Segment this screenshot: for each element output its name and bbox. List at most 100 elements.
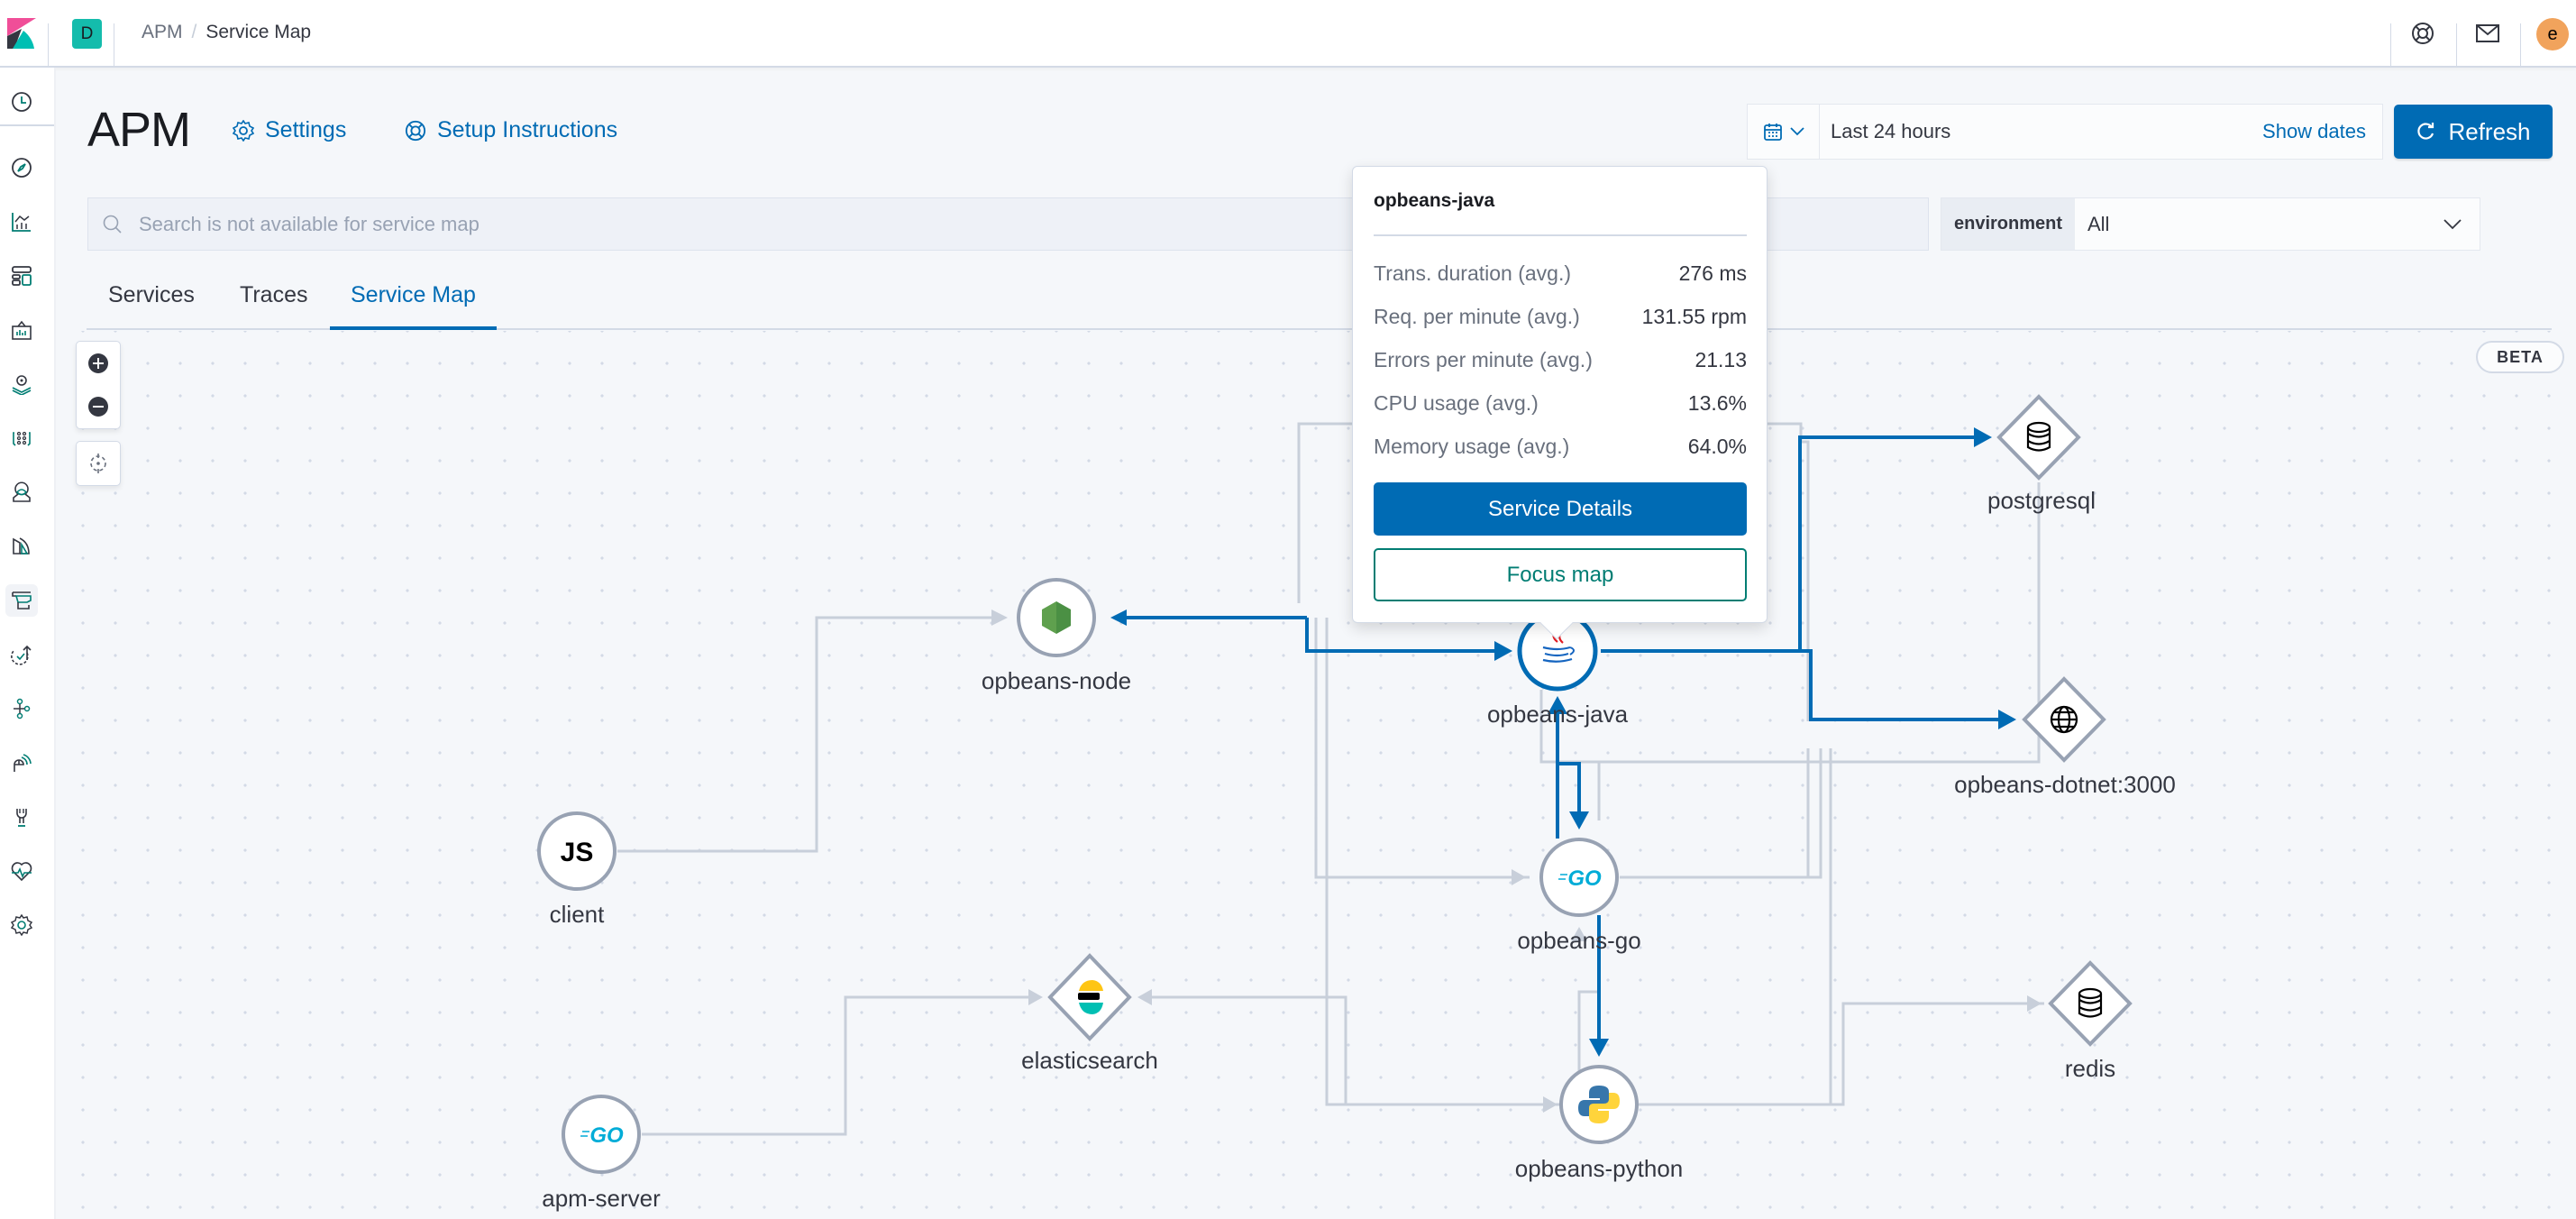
zoom-in-button[interactable]: [77, 342, 120, 385]
date-picker: Last 24 hours Show dates: [1747, 104, 2383, 160]
sidebar-item-infrastructure[interactable]: [5, 476, 38, 509]
monitoring-icon: [11, 862, 32, 882]
ml-icon: [13, 431, 31, 446]
uptime-icon: [11, 645, 32, 665]
help-icon: [405, 120, 426, 141]
tab-bar: Services Traces Service Map: [87, 270, 2552, 330]
siem-icon: [14, 754, 32, 772]
node-label-postgresql: postgresql: [1987, 487, 2096, 514]
sidebar-item-discover[interactable]: [5, 151, 38, 184]
metric-label: Req. per minute (avg.): [1374, 305, 1580, 328]
breadcrumb-current: Service Map: [206, 22, 312, 42]
metric-label: Trans. duration (avg.): [1374, 261, 1572, 285]
settings-link[interactable]: Settings: [233, 117, 346, 143]
refresh-icon: [2417, 123, 2434, 140]
metric-value: 276 ms: [1678, 261, 1747, 285]
visualize-icon: [12, 213, 31, 232]
apm-icon: [12, 591, 32, 610]
metric-label: Memory usage (avg.): [1374, 435, 1570, 458]
metric-row: Errors per minute (avg.) 21.13: [1374, 348, 1747, 372]
sidebar-divider: [0, 124, 54, 126]
chevron-down-icon: [1789, 127, 1804, 136]
sidebar-item-maps[interactable]: [5, 368, 38, 400]
kibana-logo-icon[interactable]: [7, 18, 36, 49]
metric-row: CPU usage (avg.) 13.6%: [1374, 391, 1747, 416]
node-label-apm-server: apm-server: [542, 1185, 661, 1212]
sidebar-item-graph[interactable]: [5, 692, 38, 725]
sidebar-item-recently-viewed[interactable]: [5, 86, 38, 118]
zoom-out-button[interactable]: [77, 385, 120, 428]
calendar-icon: [1763, 124, 1782, 141]
center-map-button[interactable]: [77, 442, 120, 485]
node-label-opbeans-node: opbeans-node: [981, 667, 1132, 694]
compass-icon: [12, 158, 32, 178]
gear-icon: [233, 119, 254, 142]
sidebar-item-dev-tools[interactable]: [5, 801, 38, 833]
side-nav: [0, 68, 56, 1219]
environment-value[interactable]: All: [2075, 198, 2425, 250]
zoom-controls: [76, 341, 121, 429]
show-dates-button[interactable]: Show dates: [2262, 120, 2382, 143]
divider: [48, 23, 49, 68]
breadcrumb-apm[interactable]: APM: [142, 22, 183, 43]
setup-instructions-link[interactable]: Setup Instructions: [405, 117, 617, 143]
beta-badge: BETA: [2476, 341, 2564, 373]
popover-divider: [1374, 234, 1747, 236]
plus-circle-icon: [88, 353, 108, 373]
chevron-down-icon[interactable]: [2425, 198, 2480, 250]
space-avatar[interactable]: D: [72, 19, 102, 49]
sidebar-item-siem[interactable]: [5, 747, 38, 779]
sidebar-item-logs[interactable]: [5, 530, 38, 563]
search-icon: [103, 215, 122, 234]
quick-select-button[interactable]: [1748, 105, 1820, 159]
node-label-opbeans-dotnet: opbeans-dotnet:3000: [1954, 771, 2176, 798]
metric-label: CPU usage (avg.): [1374, 391, 1539, 415]
sidebar-item-machine-learning[interactable]: [5, 422, 38, 454]
refresh-button[interactable]: Refresh: [2394, 105, 2553, 159]
metric-value: 64.0%: [1687, 435, 1747, 458]
tab-traces[interactable]: Traces: [240, 282, 307, 330]
refresh-label: Refresh: [2448, 117, 2531, 145]
center-control: [76, 441, 121, 486]
environment-label: environment: [1941, 198, 2075, 250]
sidebar-item-canvas[interactable]: [5, 314, 38, 346]
maps-icon: [12, 375, 32, 395]
page-title: APM: [87, 103, 191, 157]
focus-map-button[interactable]: Focus map: [1374, 548, 1747, 601]
clock-icon: [12, 92, 32, 112]
node-label-redis: redis: [2064, 1055, 2116, 1082]
sidebar-item-management[interactable]: [5, 909, 38, 941]
canvas-icon: [12, 320, 32, 340]
metric-value: 13.6%: [1687, 391, 1747, 415]
setup-instructions-label: Setup Instructions: [437, 117, 618, 142]
sidebar-item-visualize[interactable]: [5, 206, 38, 238]
metric-row: Trans. duration (avg.) 276 ms: [1374, 261, 1747, 286]
top-nav-bar: D APM / Service Map e: [0, 0, 2576, 68]
breadcrumb: APM / Service Map: [142, 22, 311, 43]
date-range-value[interactable]: Last 24 hours: [1820, 120, 2262, 143]
node-label-opbeans-python: opbeans-python: [1514, 1155, 1684, 1182]
breadcrumb-separator: /: [191, 22, 197, 42]
service-map-canvas[interactable]: [56, 331, 2576, 1219]
crosshair-icon: [90, 454, 106, 473]
help-icon[interactable]: [2409, 20, 2436, 47]
environment-select[interactable]: environment All: [1941, 197, 2480, 251]
user-avatar[interactable]: e: [2536, 18, 2569, 50]
node-label-elasticsearch: elasticsearch: [1021, 1047, 1158, 1074]
newsfeed-mail-icon[interactable]: [2474, 20, 2501, 47]
graph-icon: [14, 698, 31, 719]
metric-row: Req. per minute (avg.) 131.55 rpm: [1374, 305, 1747, 329]
tab-service-map[interactable]: Service Map: [330, 282, 497, 330]
sidebar-item-dashboard[interactable]: [5, 260, 38, 292]
search-input[interactable]: Search is not available for service map: [139, 213, 480, 236]
service-details-button[interactable]: Service Details: [1374, 482, 1747, 536]
sidebar-item-apm[interactable]: [5, 584, 38, 617]
dashboard-icon: [12, 266, 32, 286]
sidebar-item-uptime[interactable]: [5, 638, 38, 671]
node-label-opbeans-go: opbeans-go: [1517, 927, 1641, 954]
sidebar-item-stack-monitoring[interactable]: [5, 855, 38, 887]
divider: [2456, 23, 2457, 68]
tab-services[interactable]: Services: [108, 282, 195, 330]
node-label-opbeans-java: opbeans-java: [1486, 701, 1629, 728]
divider: [2520, 23, 2521, 68]
